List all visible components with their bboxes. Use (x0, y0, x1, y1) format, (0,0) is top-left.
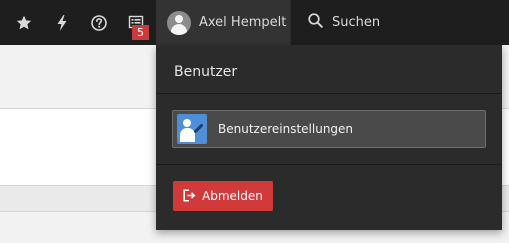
divider (156, 164, 502, 165)
user-dropdown: Benutzer Benutzereinstellungen Abmelden (156, 45, 502, 230)
page: { "toolbar": { "icons": { "bookmarks": "… (0, 0, 509, 243)
user-name: Axel Hempelt (199, 15, 287, 30)
dropdown-title: Benutzer (174, 64, 238, 80)
logout-label: Abmelden (202, 189, 263, 203)
user-settings-label: Benutzereinstellungen (218, 122, 354, 136)
divider (156, 93, 502, 94)
search-label: Suchen (332, 15, 381, 30)
user-avatar-icon (167, 10, 191, 35)
search-icon (291, 13, 323, 32)
lightning-icon (56, 14, 68, 31)
flush-cache-button[interactable] (49, 0, 75, 45)
help-icon (91, 14, 107, 31)
system-info-badge: 5 (132, 25, 149, 40)
user-menu-button[interactable]: Axel Hempelt (156, 0, 290, 45)
logout-icon (183, 187, 196, 206)
search-button[interactable]: Suchen (290, 0, 509, 45)
user-settings-icon (177, 114, 207, 144)
help-button[interactable] (86, 0, 112, 45)
bookmarks-button[interactable] (10, 0, 38, 45)
user-settings-item[interactable]: Benutzereinstellungen (172, 110, 486, 148)
top-toolbar: 5 Axel Hempelt Suchen (0, 0, 509, 45)
star-icon (16, 15, 32, 31)
logout-button[interactable]: Abmelden (173, 181, 273, 211)
